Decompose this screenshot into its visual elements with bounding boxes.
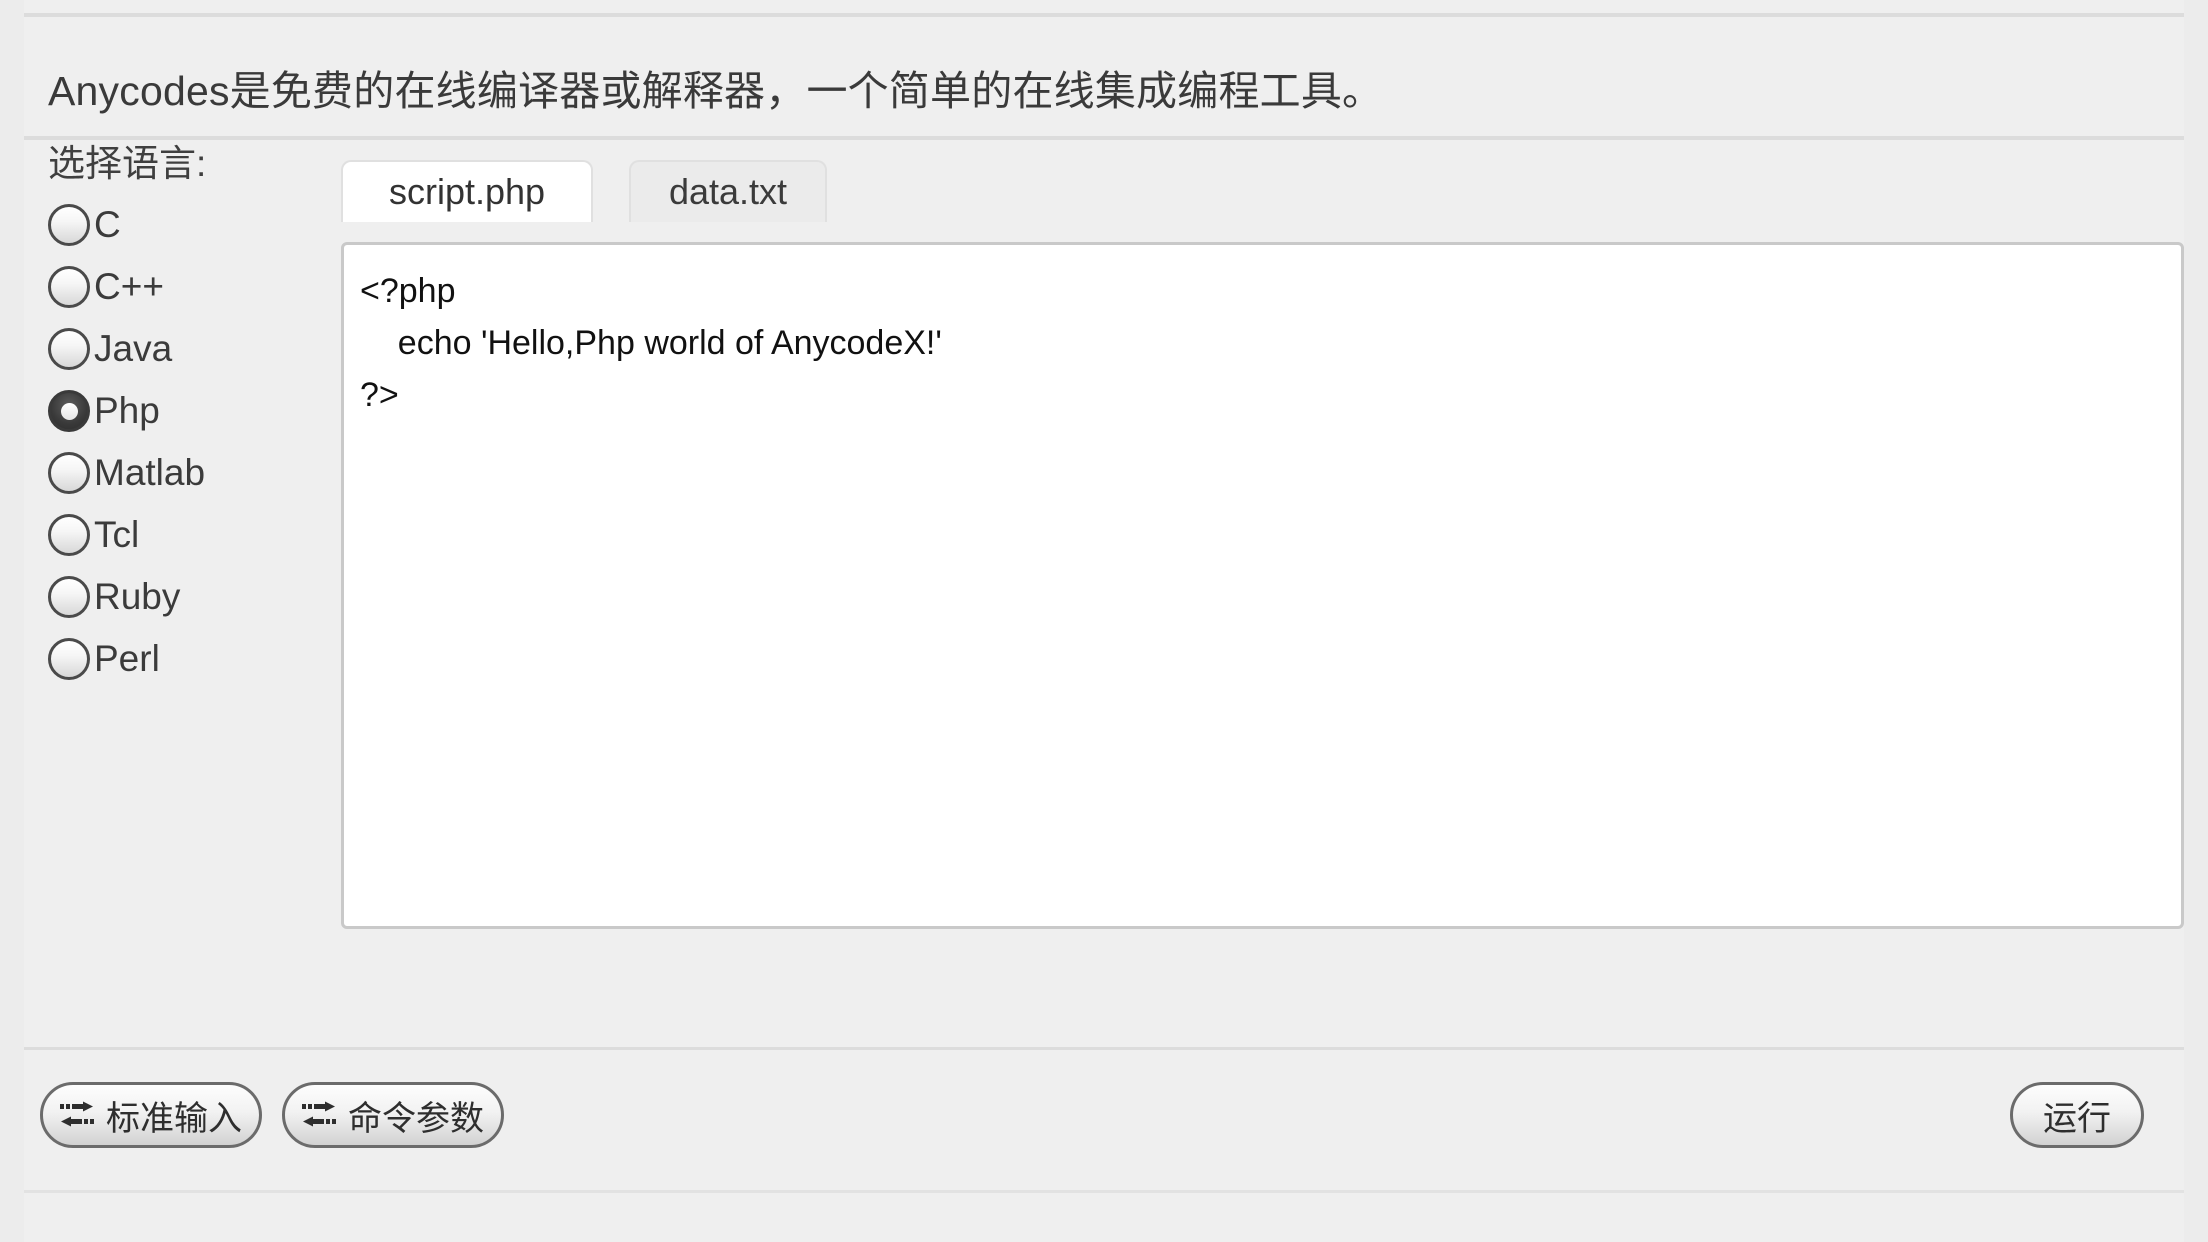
- radio-icon-tcl[interactable]: [48, 514, 90, 556]
- radio-icon-java[interactable]: [48, 328, 90, 370]
- tab-data-txt[interactable]: data.txt: [629, 160, 827, 222]
- radio-icon-php[interactable]: [48, 390, 90, 432]
- language-option-tcl[interactable]: Tcl: [48, 504, 318, 566]
- language-select-label: 选择语言:: [48, 143, 207, 184]
- language-label-java: Java: [94, 328, 173, 369]
- main-body: 选择语言: C C++ Java Php Matlab Tcl Ruby Per…: [24, 140, 2184, 1047]
- language-label-cpp: C++: [94, 266, 164, 307]
- radio-icon-perl[interactable]: [48, 638, 90, 680]
- command-args-button[interactable]: 命令参数: [282, 1082, 504, 1148]
- code-editor-textarea[interactable]: <?php echo 'Hello,Php world of AnycodeX!…: [344, 245, 2181, 421]
- tab-script-php[interactable]: script.php: [341, 160, 593, 222]
- page-root: Anycodes是免费的在线编译器或解释器，一个简单的在线集成编程工具。 选择语…: [0, 0, 2208, 1242]
- language-option-c[interactable]: C: [48, 194, 318, 256]
- language-label-c: C: [94, 204, 121, 245]
- page-title: Anycodes是免费的在线编译器或解释器，一个简单的在线集成编程工具。: [48, 68, 1384, 114]
- radio-icon-c[interactable]: [48, 204, 90, 246]
- language-option-perl[interactable]: Perl: [48, 628, 318, 690]
- language-label-php: Php: [94, 390, 160, 431]
- app-frame: Anycodes是免费的在线编译器或解释器，一个简单的在线集成编程工具。 选择语…: [24, 0, 2184, 1242]
- run-button[interactable]: 运行: [2010, 1082, 2144, 1148]
- run-button-label: 运行: [2043, 1099, 2111, 1138]
- transfer-icon: [302, 1101, 336, 1127]
- language-option-ruby[interactable]: Ruby: [48, 566, 318, 628]
- language-label-tcl: Tcl: [94, 514, 140, 555]
- radio-icon-matlab[interactable]: [48, 452, 90, 494]
- language-sidebar: 选择语言: C C++ Java Php Matlab Tcl Ruby Per…: [48, 140, 318, 690]
- stdin-button-label: 标准输入: [106, 1099, 242, 1138]
- language-label-ruby: Ruby: [94, 576, 181, 617]
- transfer-icon: [60, 1101, 94, 1127]
- code-editor-panel[interactable]: <?php echo 'Hello,Php world of AnycodeX!…: [341, 242, 2184, 929]
- radio-icon-ruby[interactable]: [48, 576, 90, 618]
- language-option-cpp[interactable]: C++: [48, 256, 318, 318]
- footer-divider: [24, 1190, 2184, 1193]
- language-option-java[interactable]: Java: [48, 318, 318, 380]
- command-args-button-label: 命令参数: [348, 1099, 484, 1138]
- header-bar: Anycodes是免费的在线编译器或解释器，一个简单的在线集成编程工具。: [24, 13, 2184, 138]
- stdin-button[interactable]: 标准输入: [40, 1082, 262, 1148]
- language-label-perl: Perl: [94, 638, 160, 679]
- language-option-php[interactable]: Php: [48, 380, 318, 442]
- language-label-matlab: Matlab: [94, 452, 206, 493]
- radio-icon-cpp[interactable]: [48, 266, 90, 308]
- language-option-matlab[interactable]: Matlab: [48, 442, 318, 504]
- bottom-toolbar: 标准输入 命令参数 运行: [24, 1050, 2184, 1190]
